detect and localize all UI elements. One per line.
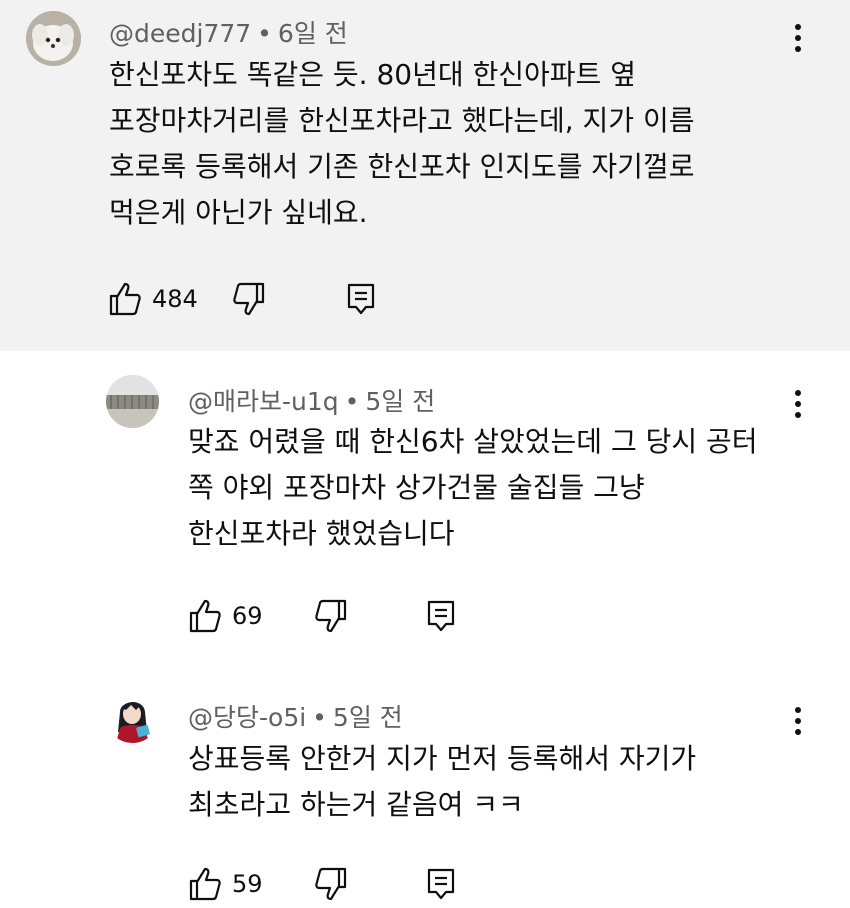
thumbs-down-icon — [315, 599, 347, 633]
comment-line: 포장마차거리를 한신포차라고 했다는데, 지가 이름 — [109, 104, 695, 137]
more-options-button[interactable] — [788, 387, 808, 423]
comment-text: 상표등록 안한거 지가 먼저 등록해서 자기가 최초라고 하는거 같음여 ㅋㅋ — [188, 736, 696, 828]
avatar[interactable] — [26, 11, 81, 66]
more-options-button[interactable] — [788, 704, 808, 740]
comment-line: 한신포차도 똑같은 듯. 80년대 한신아파트 옆 — [109, 58, 636, 91]
dog-avatar-icon — [26, 11, 81, 66]
dislike-button[interactable] — [314, 598, 348, 634]
thumbs-up-icon — [189, 867, 221, 901]
reply-button[interactable] — [424, 598, 458, 634]
meta-separator: • — [344, 387, 360, 416]
author-name[interactable]: @당당-o5i — [188, 703, 306, 732]
avatar[interactable] — [106, 375, 159, 428]
comment-text: 한신포차도 똑같은 듯. 80년대 한신아파트 옆 포장마차거리를 한신포차라고… — [109, 52, 694, 236]
dislike-button[interactable] — [314, 866, 348, 902]
reply-comment-icon — [347, 283, 375, 315]
meta-separator: • — [312, 703, 327, 732]
like-button[interactable] — [188, 866, 222, 902]
like-button[interactable] — [188, 598, 222, 634]
comment-line: 상표등록 안한거 지가 먼저 등록해서 자기가 — [188, 742, 697, 775]
comment-actions: 69 — [188, 598, 488, 638]
comment: @매라보-u1q • 5일 전 맞죠 어렸을 때 한신6차 살았었는데 그 당시 공… — [0, 351, 850, 671]
comment-time: 5일 전 — [332, 703, 403, 732]
reply-comment-icon — [427, 600, 455, 632]
comment-line: 쪽 야외 포장마차 상가건물 술집들 그냥 — [188, 471, 645, 504]
like-count: 69 — [232, 602, 263, 630]
meta-separator: • — [257, 19, 272, 48]
comment-highlighted: @deedj777 • 6일 전 한신포차도 똑같은 듯. 80년대 한신아파트 옆… — [0, 0, 850, 351]
reply-comment-icon — [427, 868, 455, 900]
comment-line: 최초라고 하는거 같음여 ㅋㅋ — [188, 788, 524, 821]
thumbs-up-icon — [189, 599, 221, 633]
more-options-button[interactable] — [788, 21, 808, 57]
comment-line: 호로록 등록해서 기존 한신포차 인지도를 자기껄로 — [109, 150, 695, 183]
like-button[interactable] — [108, 281, 142, 317]
kebab-menu-icon — [795, 707, 801, 735]
like-count: 484 — [152, 285, 198, 313]
author-name[interactable]: @deedj777 — [109, 19, 251, 48]
comment-text: 맞죠 어렸을 때 한신6차 살았었는데 그 당시 공터 쪽 야외 포장마차 상가… — [188, 419, 758, 557]
building-avatar-icon — [106, 375, 159, 428]
comment-line: 한신포차라 했었습니다 — [188, 517, 455, 550]
kebab-menu-icon — [795, 24, 801, 52]
author-name[interactable]: @매라보-u1q — [188, 387, 339, 416]
comment-actions: 59 — [188, 866, 488, 906]
reply-button[interactable] — [344, 281, 378, 317]
comment-actions: 484 — [108, 281, 408, 321]
comment-meta: @당당-o5i • 5일 전 — [188, 698, 403, 734]
thumbs-down-icon — [233, 282, 265, 316]
dislike-button[interactable] — [232, 281, 266, 317]
thumbs-up-icon — [109, 282, 141, 316]
comment-meta: @매라보-u1q • 5일 전 — [188, 382, 435, 418]
anime-character-avatar-icon — [106, 690, 159, 743]
reply-button[interactable] — [424, 866, 458, 902]
comment: @당당-o5i • 5일 전 상표등록 안한거 지가 먼저 등록해서 자기가 최초라… — [0, 671, 850, 908]
comment-line: 먹은게 아닌가 싶네요. — [109, 196, 368, 229]
comment-meta: @deedj777 • 6일 전 — [109, 14, 348, 50]
kebab-menu-icon — [795, 390, 801, 418]
like-count: 59 — [232, 870, 263, 898]
avatar[interactable] — [106, 690, 159, 743]
comment-time: 6일 전 — [277, 19, 348, 48]
comment-line: 맞죠 어렸을 때 한신6차 살았었는데 그 당시 공터 — [188, 425, 758, 458]
thumbs-down-icon — [315, 867, 347, 901]
comment-time: 5일 전 — [365, 387, 436, 416]
